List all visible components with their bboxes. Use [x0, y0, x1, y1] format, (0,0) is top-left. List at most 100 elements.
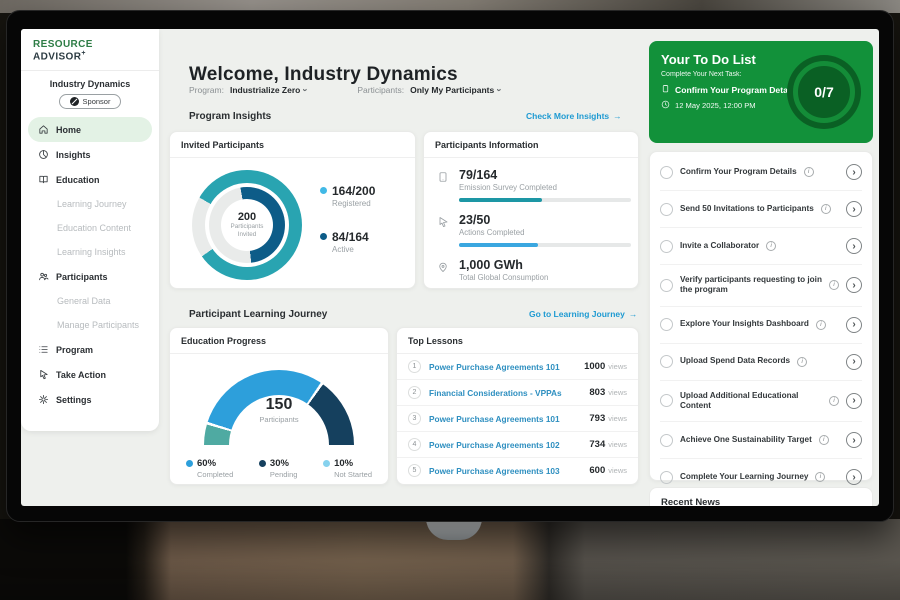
sidebar-item-general-data[interactable]: General Data — [21, 289, 159, 313]
lesson-row: 4Power Purchase Agreements 102734views — [397, 432, 638, 458]
todo-checkbox[interactable] — [660, 394, 673, 407]
chevron-right-icon[interactable]: › — [846, 238, 862, 254]
settings-icon — [37, 394, 49, 406]
todo-checkbox[interactable] — [660, 203, 673, 216]
participants-information-card: Participants Information 79/164Emission … — [423, 131, 639, 289]
chevron-right-icon[interactable]: › — [846, 201, 862, 217]
background-shade — [0, 560, 900, 600]
sidebar-menu: HomeInsights Education Learning Journey Edu… — [21, 117, 159, 412]
participants-filter-label: Participants: — [357, 85, 404, 95]
program-filter-label: Program: — [189, 85, 224, 95]
lesson-row: 5Power Purchase Agreements 103600views — [397, 458, 638, 483]
go-to-learning-journey-link[interactable]: Go to Learning Journey → — [529, 309, 637, 319]
legend-label: Pending — [270, 470, 298, 479]
chevron-right-icon[interactable]: › — [846, 393, 862, 409]
todo-checkbox[interactable] — [660, 434, 673, 447]
todo-checkbox[interactable] — [660, 471, 673, 484]
sidebar-item-label: Education Content — [57, 223, 131, 233]
legend-dot — [320, 233, 327, 240]
sidebar-item-learning-journey[interactable]: Learning Journey — [21, 192, 159, 216]
info-value: 23/50 — [459, 213, 631, 227]
chevron-right-icon[interactable]: › — [846, 164, 862, 180]
lesson-link[interactable]: Financial Considerations - VPPAs — [429, 388, 581, 398]
legend-dot — [186, 460, 193, 467]
sidebar-item-program[interactable]: Program — [21, 337, 159, 362]
clipboard-icon — [661, 84, 670, 95]
donut-legend-item: 164/200Registered — [320, 184, 375, 208]
sidebar-item-participants[interactable]: Participants — [21, 264, 159, 289]
info-label: Emission Survey Completed — [459, 183, 631, 192]
todo-checkbox[interactable] — [660, 279, 673, 292]
todo-item-label: Invite a Collaborator — [680, 241, 759, 251]
todo-checkbox[interactable] — [660, 355, 673, 368]
lesson-link[interactable]: Power Purchase Agreements 103 — [429, 466, 581, 476]
lesson-link[interactable]: Power Purchase Agreements 101 — [429, 362, 576, 372]
monitor-bezel: RESOURCE ADVISOR+ Industry Dynamics Spon… — [6, 10, 894, 522]
info-icon[interactable]: i — [821, 204, 831, 214]
sidebar-item-learning-insights[interactable]: Learning Insights — [21, 240, 159, 264]
info-icon[interactable]: i — [816, 320, 826, 330]
sidebar-item-label: Education — [56, 175, 100, 185]
todo-summary-card: Your To Do List Complete Your Next Task:… — [649, 41, 873, 143]
recent-news-title: Recent News — [661, 497, 861, 506]
take-action-icon — [37, 369, 49, 381]
lesson-views: 600views — [589, 465, 627, 476]
sidebar-item-label: Learning Insights — [57, 247, 126, 257]
info-icon[interactable]: i — [815, 472, 825, 482]
sidebar-item-take-action[interactable]: Take Action — [21, 362, 159, 387]
sidebar-item-education-content[interactable]: Education Content — [21, 216, 159, 240]
info-row-emission-survey-completed: 79/164Emission Survey Completed — [437, 168, 625, 202]
check-more-insights-link[interactable]: Check More Insights → — [526, 111, 622, 121]
legend-text: 84/164Active — [332, 230, 369, 254]
info-icon[interactable]: i — [829, 396, 839, 406]
chevron-right-icon[interactable]: › — [846, 432, 862, 448]
info-icon[interactable]: i — [804, 167, 814, 177]
gauge-legend-item: 10%Not Started — [323, 458, 372, 479]
info-icon[interactable]: i — [829, 280, 839, 290]
todo-item-explore-your-insights-dashboard: Explore Your Insights Dashboardi› — [660, 307, 862, 344]
chevron-right-icon[interactable]: › — [846, 277, 862, 293]
todo-counter: 0/7 — [814, 84, 833, 100]
info-icon[interactable]: i — [797, 357, 807, 367]
lesson-link[interactable]: Power Purchase Agreements 101 — [429, 414, 581, 424]
todo-checkbox[interactable] — [660, 318, 673, 331]
lesson-views-count: 600 — [589, 465, 605, 476]
sponsor-icon — [70, 97, 79, 106]
app-window: RESOURCE ADVISOR+ Industry Dynamics Spon… — [21, 29, 879, 506]
sidebar-item-settings[interactable]: Settings — [21, 387, 159, 412]
sidebar-item-education[interactable]: Education — [21, 167, 159, 192]
chevron-right-icon[interactable]: › — [846, 354, 862, 370]
progress-bar — [459, 243, 631, 247]
learning-journey-title: Participant Learning Journey — [189, 309, 327, 320]
sponsor-badge: Sponsor — [59, 94, 121, 109]
invited-donut-chart: 200 Participants Invited — [192, 170, 302, 280]
todo-item-label: Upload Spend Data Records — [680, 356, 790, 366]
sidebar-item-manage-participants[interactable]: Manage Participants — [21, 313, 159, 337]
todo-item-label: Verify participants requesting to join t… — [680, 275, 822, 296]
info-icon[interactable]: i — [819, 435, 829, 445]
participants-dropdown[interactable]: Only My Participants › — [410, 85, 501, 95]
todo-checkbox[interactable] — [660, 166, 673, 179]
page-title: Welcome, Industry Dynamics — [189, 64, 458, 86]
todo-checkbox[interactable] — [660, 240, 673, 253]
participants-information-title: Participants Information — [424, 132, 638, 158]
legend-text: 30%Pending — [270, 458, 298, 479]
chevron-right-icon[interactable]: › — [846, 317, 862, 333]
sidebar-item-home[interactable]: Home — [28, 117, 152, 142]
lesson-rank: 2 — [408, 386, 421, 399]
legend-label: Not Started — [334, 470, 372, 479]
arrow-right-icon: → — [613, 111, 622, 121]
chevron-right-icon[interactable]: › — [846, 469, 862, 485]
lesson-link[interactable]: Power Purchase Agreements 102 — [429, 440, 581, 450]
home-icon — [37, 124, 49, 136]
legend-percent: 30% — [270, 458, 298, 469]
sidebar-item-insights[interactable]: Insights — [21, 142, 159, 167]
todo-item-upload-spend-data-records: Upload Spend Data Records i › — [660, 344, 862, 381]
program-dropdown[interactable]: Industrialize Zero › — [230, 85, 307, 95]
lesson-views-count: 1000 — [584, 361, 605, 372]
info-icon[interactable]: i — [766, 241, 776, 251]
gauge-legend: 60%Completed30%Pending10%Not Started — [170, 446, 388, 479]
gauge-center-label: Participants — [204, 415, 354, 424]
education-progress-title: Education Progress — [170, 328, 388, 354]
todo-item-label: Complete Your Learning Journey — [680, 472, 808, 482]
